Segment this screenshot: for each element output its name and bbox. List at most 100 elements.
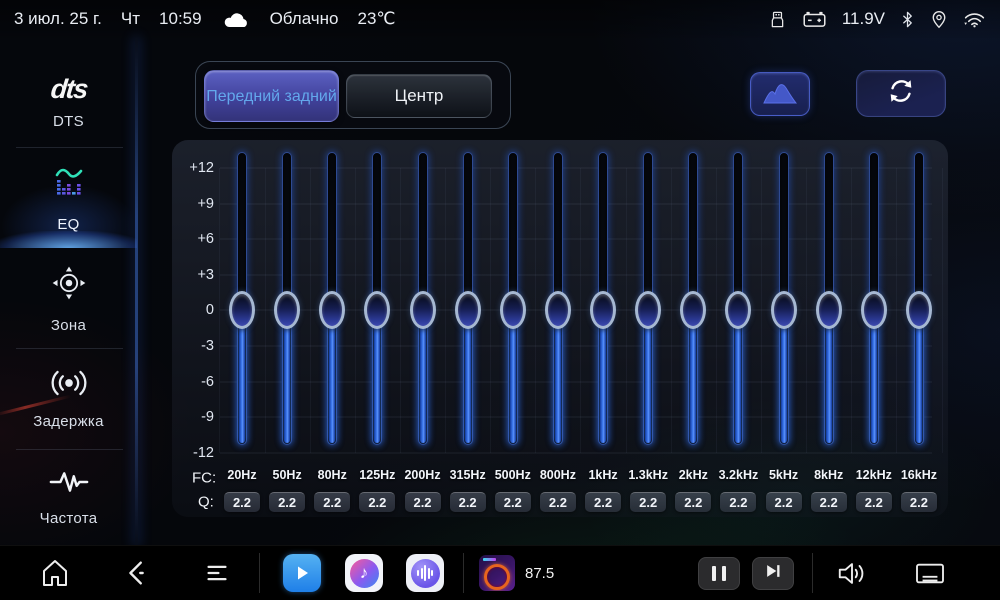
play-app-icon[interactable] (283, 554, 321, 592)
eq-slider-thumb[interactable] (771, 291, 797, 329)
display-button[interactable] (914, 561, 946, 592)
eq-q-value[interactable]: 2.2 (269, 492, 305, 512)
eq-slider-thumb[interactable] (590, 291, 616, 329)
sidebar-item-eq[interactable]: EQ (0, 147, 137, 248)
sidebar-item-delay[interactable]: Задержка (0, 348, 137, 449)
eq-slider[interactable] (815, 152, 843, 455)
eq-slider[interactable] (454, 152, 482, 455)
eq-slider[interactable] (905, 152, 933, 455)
music-app-icon[interactable]: ♪ (345, 554, 383, 592)
back-button[interactable] (122, 558, 152, 593)
eq-preset-button[interactable] (750, 72, 810, 116)
eq-slider-thumb[interactable] (500, 291, 526, 329)
eq-slider-thumb[interactable] (635, 291, 661, 329)
eq-slider[interactable] (363, 152, 391, 455)
eq-q-value[interactable]: 2.2 (314, 492, 350, 512)
eq-gridline-vertical (355, 168, 356, 453)
eq-slider[interactable] (770, 152, 798, 455)
selected-item-glow (0, 231, 137, 248)
eq-slider[interactable] (409, 152, 437, 455)
eq-scale-label: -3 (172, 338, 214, 354)
eq-slider-thumb[interactable] (319, 291, 345, 329)
eq-q-value[interactable]: 2.2 (224, 492, 260, 512)
voice-app-icon[interactable] (406, 554, 444, 592)
tab-center[interactable]: Центр (346, 74, 492, 118)
eq-q-value[interactable]: 2.2 (811, 492, 847, 512)
eq-q-value[interactable]: 2.2 (901, 492, 937, 512)
eq-slider[interactable] (228, 152, 256, 455)
sidebar-item-zone[interactable]: Зона (0, 248, 137, 348)
radio-frequency: 87.5 (525, 546, 554, 600)
home-icon (38, 556, 72, 595)
eq-slider-thumb[interactable] (680, 291, 706, 329)
eq-gridline-vertical (580, 168, 581, 453)
eq-q-value[interactable]: 2.2 (675, 492, 711, 512)
eq-slider-thumb[interactable] (725, 291, 751, 329)
menu-button[interactable] (202, 558, 232, 593)
player-bar: ♪ 87.5 (0, 545, 1000, 600)
eq-q-value[interactable]: 2.2 (720, 492, 756, 512)
eq-slider[interactable] (544, 152, 572, 455)
eq-slider-thumb[interactable] (274, 291, 300, 329)
eq-slider-thumb[interactable] (545, 291, 571, 329)
eq-slider[interactable] (318, 152, 346, 455)
eq-q-value[interactable]: 2.2 (630, 492, 666, 512)
radio-app-icon[interactable] (479, 555, 515, 591)
eq-q-value[interactable]: 2.2 (450, 492, 486, 512)
eq-q-value[interactable]: 2.2 (856, 492, 892, 512)
eq-slider-thumb[interactable] (816, 291, 842, 329)
eq-gridline-vertical (445, 168, 446, 453)
eq-slider-fill (826, 310, 832, 443)
eq-slider-thumb[interactable] (906, 291, 932, 329)
sidebar-item-label: Зона (51, 317, 86, 334)
eq-gridline-vertical (400, 168, 401, 453)
eq-slider-thumb[interactable] (364, 291, 390, 329)
pause-icon (712, 566, 716, 581)
eq-slider-fill (555, 310, 561, 443)
tab-front-rear[interactable]: Передний задний (204, 70, 339, 122)
sidebar-divider (135, 38, 138, 545)
eq-scale-label: -9 (172, 409, 214, 425)
speaker-tab-group: Передний задний Центр (195, 61, 511, 129)
dts-logo: dts (49, 74, 88, 104)
status-left-group: 3 июл. 25 г. Чт 10:59 Облачно 23℃ (14, 9, 396, 30)
eq-slider[interactable] (724, 152, 752, 455)
eq-slider[interactable] (589, 152, 617, 455)
reset-icon (886, 76, 916, 111)
eq-q-value[interactable]: 2.2 (540, 492, 576, 512)
eq-q-value[interactable]: 2.2 (495, 492, 531, 512)
eq-q-value[interactable]: 2.2 (766, 492, 802, 512)
eq-reset-button[interactable] (856, 70, 946, 117)
sidebar-item-label: DTS (53, 113, 84, 130)
bluetooth-icon (900, 9, 915, 30)
next-track-button[interactable] (752, 557, 794, 590)
eq-q-value[interactable]: 2.2 (585, 492, 621, 512)
usb-icon (768, 9, 787, 30)
menu-icon (202, 558, 232, 593)
tab-label: Центр (395, 86, 444, 106)
volume-icon (836, 559, 868, 593)
pause-button[interactable] (698, 557, 740, 590)
eq-slider[interactable] (860, 152, 888, 455)
eq-q-value[interactable]: 2.2 (405, 492, 441, 512)
battery-icon (802, 9, 827, 29)
eq-slider[interactable] (634, 152, 662, 455)
home-button[interactable] (38, 556, 72, 595)
eq-slider[interactable] (273, 152, 301, 455)
eq-slider-thumb[interactable] (861, 291, 887, 329)
volume-button[interactable] (836, 559, 868, 593)
sidebar-item-frequency[interactable]: Частота (0, 449, 137, 545)
eq-slider[interactable] (679, 152, 707, 455)
eq-slider-thumb[interactable] (229, 291, 255, 329)
eq-slider-fill (374, 310, 380, 443)
sidebar: dts DTS EQ (0, 38, 137, 545)
sidebar-item-dts[interactable]: dts DTS (0, 56, 137, 147)
eq-q-value[interactable]: 2.2 (359, 492, 395, 512)
display-icon (914, 561, 946, 592)
eq-slider-thumb[interactable] (410, 291, 436, 329)
car-stereo-eq-screen: 3 июл. 25 г. Чт 10:59 Облачно 23℃ 11.9V (0, 0, 1000, 600)
delay-icon (48, 367, 90, 404)
eq-slider-thumb[interactable] (455, 291, 481, 329)
eq-slider[interactable] (499, 152, 527, 455)
eq-gridline-vertical (716, 168, 717, 453)
